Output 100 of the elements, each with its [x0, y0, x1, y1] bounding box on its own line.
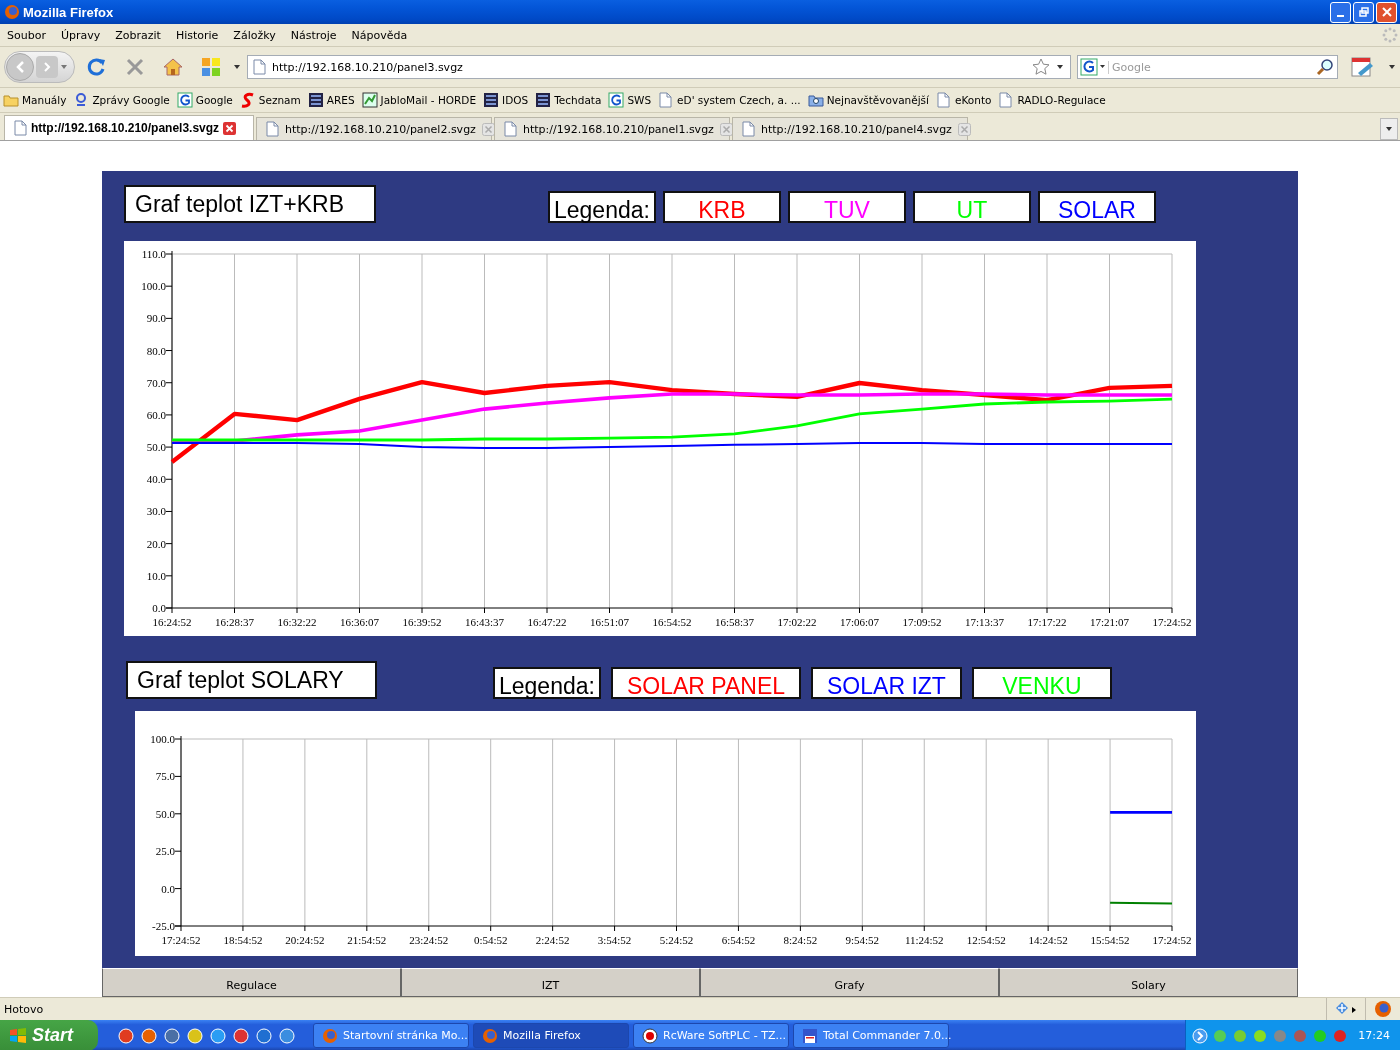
- menu-item[interactable]: Úpravy: [53, 28, 109, 42]
- browser-tab[interactable]: http://192.168.10.210/panel2.svgz: [256, 117, 492, 140]
- legend-title: Legenda:: [548, 191, 656, 223]
- status-text: Hotovo: [4, 1002, 44, 1016]
- bookmark-item[interactable]: eD' system Czech, a. ...: [658, 92, 801, 108]
- tick-label: 16:54:52: [652, 616, 692, 628]
- menu-item[interactable]: Nástroje: [283, 28, 345, 42]
- window-title: Mozilla Firefox: [23, 4, 115, 20]
- browser-tab[interactable]: http://192.168.10.210/panel1.svgz: [494, 117, 730, 140]
- tick-label: 18:54:52: [223, 934, 263, 946]
- address-bar[interactable]: http://192.168.10.210/panel3.svgz: [247, 55, 1071, 79]
- nav-button[interactable]: Solary: [999, 968, 1298, 997]
- search-bar[interactable]: Google: [1077, 55, 1338, 79]
- tick-label: 6:54:52: [721, 934, 756, 946]
- legend-item: KRB: [662, 191, 781, 223]
- tick-label: 8:24:52: [783, 934, 818, 946]
- tick-label: 10.0: [146, 569, 166, 582]
- taskbar-button[interactable]: Total Commander 7.0...: [793, 1023, 949, 1048]
- tick-label: 16:24:52: [152, 616, 192, 628]
- menu-item[interactable]: Soubor: [0, 28, 54, 42]
- tick-label: 17:21:07: [1089, 616, 1130, 628]
- tick-label: 16:43:37: [464, 616, 505, 628]
- bookmark-item[interactable]: eKonto: [936, 92, 992, 108]
- tick-label: 17:24:52: [1152, 934, 1192, 946]
- tick-label: 20:24:52: [285, 934, 325, 946]
- tick-label: 3:54:52: [597, 934, 632, 946]
- tick-label: 30.0: [146, 505, 166, 518]
- bookmark-item[interactable]: Techdata: [535, 92, 602, 108]
- legend-item: TUV: [787, 191, 906, 223]
- legend-item: UT: [912, 191, 1031, 223]
- bookmark-item[interactable]: JabloMail - HORDE: [361, 92, 477, 108]
- tick-label: 80.0: [146, 344, 166, 357]
- tick-label: 17:06:07: [839, 616, 880, 628]
- bookmark-item[interactable]: Google: [176, 92, 233, 108]
- taskbar-button[interactable]: Mozilla Firefox: [473, 1023, 629, 1048]
- tick-label: 16:51:07: [589, 616, 630, 628]
- tick-label: 70.0: [146, 376, 166, 389]
- address-field[interactable]: http://192.168.10.210/panel3.svgz: [272, 60, 1026, 74]
- tick-label: 0.0: [152, 602, 166, 614]
- tick-label: 40.0: [146, 473, 166, 486]
- legend-title: Legenda:: [493, 667, 601, 699]
- legend-item: VENKU: [971, 667, 1112, 699]
- chart-title: Graf teplot IZT+KRB: [124, 185, 376, 223]
- bookmark-item[interactable]: Manuály: [3, 92, 67, 108]
- tick-label: 14:24:52: [1028, 934, 1068, 946]
- tick-label: 100.0: [150, 733, 175, 745]
- legend-item: SOLAR PANEL: [610, 667, 802, 699]
- browser-tab[interactable]: http://192.168.10.210/panel4.svgz: [732, 117, 968, 140]
- tick-label: 16:36:07: [339, 616, 380, 628]
- chart-title: Graf teplot SOLARY: [126, 661, 377, 699]
- tick-label: 9:54:52: [845, 934, 880, 946]
- taskbar-button[interactable]: RcWare SoftPLC - TZ...: [633, 1023, 789, 1048]
- tick-label: 16:58:37: [714, 616, 755, 628]
- browser-tab[interactable]: http://192.168.10.210/panel3.svgz: [4, 115, 254, 140]
- tick-label: 17:24:52: [161, 934, 201, 946]
- tick-label: 16:39:52: [402, 616, 442, 628]
- tick-label: -25.0: [152, 920, 175, 932]
- bookmark-item[interactable]: ARES: [307, 92, 355, 108]
- tick-label: 90.0: [146, 312, 166, 325]
- menu-item[interactable]: Zobrazit: [108, 28, 169, 42]
- menu-item[interactable]: Záložky: [226, 28, 284, 42]
- nav-button[interactable]: Grafy: [700, 968, 999, 997]
- tick-label: 23:24:52: [409, 934, 449, 946]
- tick-label: 20.0: [146, 537, 166, 550]
- legend-item: SOLAR IZT: [811, 667, 962, 699]
- bookmark-item[interactable]: IDOS: [483, 92, 529, 108]
- bookmark-item[interactable]: RADLO-Regulace: [998, 92, 1106, 108]
- tick-label: 17:24:52: [1152, 616, 1192, 628]
- bookmark-item[interactable]: Seznam: [239, 92, 301, 108]
- tick-label: 25.0: [155, 845, 175, 858]
- tick-label: 0.0: [161, 882, 175, 895]
- tick-label: 60.0: [146, 408, 166, 421]
- nav-button[interactable]: Regulace: [102, 968, 401, 997]
- tick-label: 11:24:52: [904, 934, 944, 946]
- tick-label: 5:24:52: [659, 934, 694, 946]
- tick-label: 12:54:52: [966, 934, 1006, 946]
- tick-label: 16:28:37: [214, 616, 255, 628]
- bookmark-item[interactable]: Nejnavštěvovanější: [807, 92, 929, 108]
- tick-label: 16:32:22: [277, 616, 317, 628]
- tick-label: 15:54:52: [1090, 934, 1130, 946]
- tick-label: 17:02:22: [777, 616, 817, 628]
- tick-label: 17:09:52: [902, 616, 942, 628]
- tick-label: 50.0: [146, 441, 166, 454]
- clock: 17:24: [1358, 1029, 1390, 1042]
- start-button[interactable]: Start: [0, 1020, 98, 1050]
- tick-label: 17:13:37: [964, 616, 1005, 628]
- menu-item[interactable]: Nápověda: [344, 28, 416, 42]
- nav-button[interactable]: IZT: [401, 968, 700, 997]
- tick-label: 2:24:52: [535, 934, 570, 946]
- tick-label: 0:54:52: [473, 934, 508, 946]
- tick-label: 110.0: [141, 248, 166, 260]
- bookmark-item[interactable]: Zprávy Google: [73, 92, 170, 108]
- tick-label: 16:47:22: [527, 616, 567, 628]
- tick-label: 17:17:22: [1027, 616, 1067, 628]
- bookmark-item[interactable]: SWS: [608, 92, 652, 108]
- menu-item[interactable]: Historie: [168, 28, 227, 42]
- taskbar-button[interactable]: Startovní stránka Mo...: [313, 1023, 469, 1048]
- tick-label: 21:54:52: [347, 934, 387, 946]
- tick-label: 50.0: [155, 807, 175, 820]
- legend-item: SOLAR: [1037, 191, 1156, 223]
